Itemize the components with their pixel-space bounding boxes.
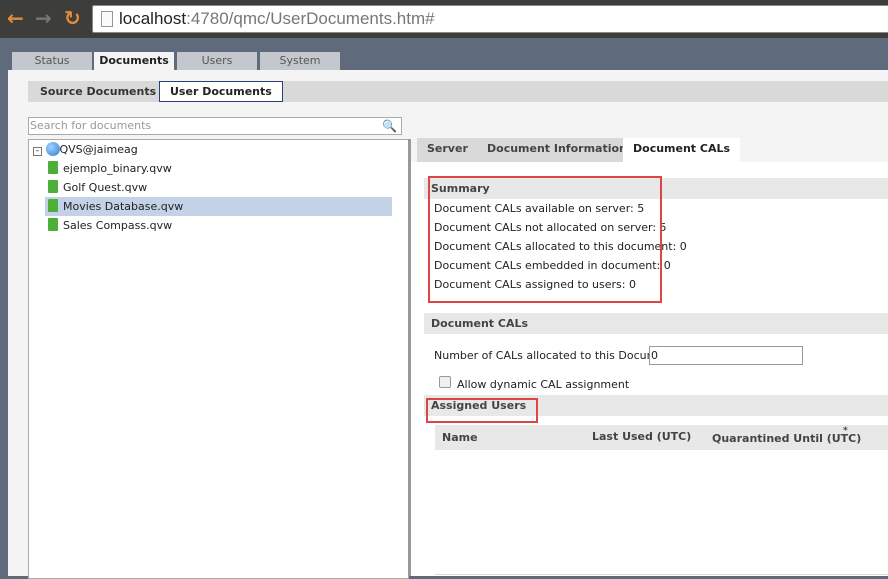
tree-item-label: Movies Database.qvw (63, 200, 184, 213)
tree-item-label: Golf Quest.qvw (63, 181, 148, 194)
required-asterisk: * (843, 426, 848, 436)
col-last-used[interactable]: Last Used (UTC) (592, 424, 691, 449)
qvw-file-icon (48, 218, 58, 231)
url-path: :4780/qmc/UserDocuments.htm# (186, 9, 435, 28)
tab-document-information[interactable]: Document Information (477, 138, 637, 162)
search-input[interactable]: Search for documents 🔍 (28, 117, 402, 135)
collapse-icon[interactable]: - (33, 147, 42, 156)
search-placeholder: Search for documents (30, 119, 152, 132)
tree-item-label: ejemplo_binary.qvw (63, 162, 172, 175)
search-icon[interactable]: 🔍 (382, 118, 397, 134)
reload-icon[interactable]: ↻ (64, 8, 81, 28)
tab-server[interactable]: Server (417, 138, 478, 162)
tab-system[interactable]: System (260, 52, 340, 70)
tab-users[interactable]: Users (177, 52, 257, 70)
tree-root-label: QVS@jaimeag (59, 143, 138, 156)
col-quarantined-until[interactable]: Quarantined Until (UTC) (712, 426, 861, 451)
document-tree: - QVS@jaimeag ejemplo_binary.qvw Golf Qu… (28, 139, 409, 579)
cals-number-label: Number of CALs allocated to this Documen… (434, 349, 680, 362)
summary-highlight (428, 176, 662, 303)
qvw-file-icon (48, 161, 58, 174)
dynamic-cal-label: Allow dynamic CAL assignment (457, 378, 630, 391)
url-host: localhost (119, 9, 187, 28)
subtab-source-documents[interactable]: Source Documents (30, 81, 166, 102)
tree-item[interactable]: Golf Quest.qvw (29, 178, 408, 197)
address-bar[interactable]: localhost:4780/qmc/UserDocuments.htm# (92, 5, 888, 33)
table-bottom-border (435, 574, 888, 575)
tab-documents[interactable]: Documents (94, 52, 174, 70)
tree-item[interactable]: Sales Compass.qvw (29, 216, 408, 235)
page-icon (101, 11, 113, 27)
col-name[interactable]: Name (442, 425, 478, 450)
qvw-file-icon (48, 199, 58, 212)
tree-root[interactable]: - QVS@jaimeag (29, 140, 408, 159)
server-globe-icon (45, 142, 60, 156)
qvw-file-icon (48, 180, 58, 193)
tree-item-selected[interactable]: Movies Database.qvw (45, 197, 392, 216)
tab-status[interactable]: Status (12, 52, 92, 70)
tab-document-cals[interactable]: Document CALs (623, 138, 741, 162)
tree-item-label: Sales Compass.qvw (63, 219, 173, 232)
document-cals-header: Document CALs (424, 313, 888, 334)
forward-icon[interactable]: → (35, 8, 52, 28)
assigned-users-highlight (426, 398, 538, 423)
tree-item[interactable]: ejemplo_binary.qvw (29, 159, 408, 178)
cals-number-input[interactable]: 0 (649, 346, 803, 365)
users-table-header: Name Last Used (UTC) Quarantined Until (… (435, 425, 888, 450)
dynamic-cal-checkbox[interactable] (439, 376, 451, 388)
subtab-user-documents[interactable]: User Documents (159, 81, 283, 102)
back-icon[interactable]: ← (7, 8, 24, 28)
